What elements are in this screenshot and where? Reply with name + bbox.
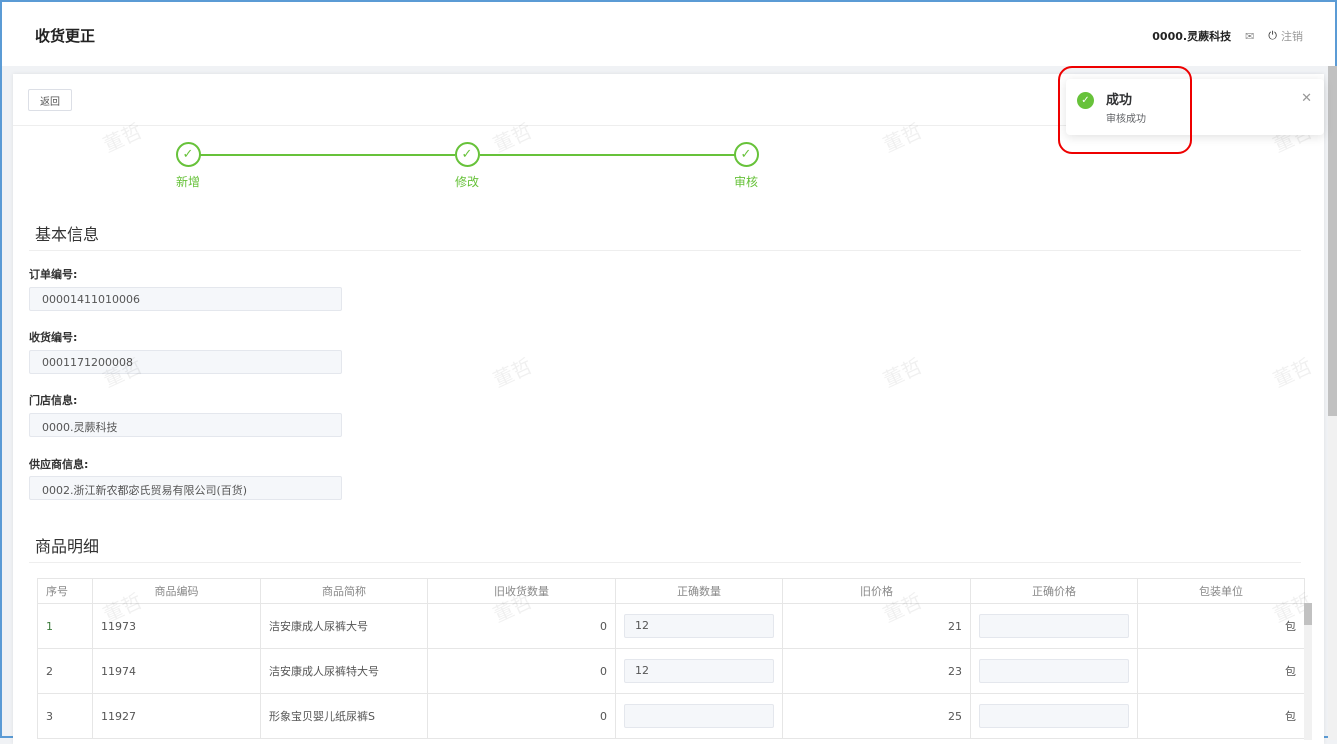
table-scrollbar[interactable] <box>1304 603 1312 740</box>
main-card: 返回 ✓ 新增 ✓ 修改 ✓ 审核 基本信息 订单编号: 00001411010006… <box>13 74 1324 744</box>
cell-name: 洁安康成人尿裤特大号 <box>260 648 428 694</box>
qty-input[interactable]: 12 <box>624 659 774 683</box>
cell-old-price: 21 <box>782 603 971 649</box>
price-input[interactable] <box>979 704 1129 728</box>
col-qty: 正确数量 <box>615 578 783 604</box>
org-name: 0000.灵蕨科技 <box>1152 30 1232 43</box>
cell-code: 11973 <box>92 603 261 649</box>
store-field[interactable]: 0000.灵蕨科技 <box>29 413 342 437</box>
step-audit: ✓ 审核 <box>716 142 776 190</box>
cell-code: 11927 <box>92 693 261 739</box>
page-scrollbar[interactable] <box>1328 66 1337 740</box>
price-input[interactable] <box>979 614 1129 638</box>
check-icon: ✓ <box>454 142 480 167</box>
supplier-label: 供应商信息: <box>29 458 89 471</box>
col-name: 商品简称 <box>260 578 428 604</box>
col-price: 正确价格 <box>970 578 1138 604</box>
cell-no: 1 <box>37 603 93 649</box>
table-row: 2 11974 洁安康成人尿裤特大号 0 12 23 包 <box>37 648 1305 694</box>
table-row: 3 11927 形象宝贝婴儿纸尿裤S 0 25 包 <box>37 693 1305 739</box>
cell-code: 11974 <box>92 648 261 694</box>
order-no-field[interactable]: 00001411010006 <box>29 287 342 311</box>
cell-old-qty: 0 <box>427 648 616 694</box>
table-header: 序号 商品编码 商品简称 旧收货数量 正确数量 旧价格 正确价格 包装单位 <box>37 578 1305 604</box>
col-no: 序号 <box>37 578 93 604</box>
receipt-no-field[interactable]: 0001171200008 <box>29 350 342 374</box>
step-connector <box>200 154 455 156</box>
cell-name: 洁安康成人尿裤大号 <box>260 603 428 649</box>
cell-unit: 包 <box>1137 648 1305 694</box>
cell-no: 3 <box>37 693 93 739</box>
divider <box>29 562 1301 563</box>
order-no-label: 订单编号: <box>29 268 78 281</box>
table-row: 1 11973 洁安康成人尿裤大号 0 12 21 包 <box>37 603 1305 649</box>
step-edit: ✓ 修改 <box>437 142 497 190</box>
col-old-qty: 旧收货数量 <box>427 578 616 604</box>
step-connector <box>480 154 735 156</box>
cell-old-price: 25 <box>782 693 971 739</box>
cell-no: 2 <box>37 648 93 694</box>
top-header: 收货更正 0000.灵蕨科技 ✉ ⏻ 注销 <box>2 2 1335 66</box>
price-input[interactable] <box>979 659 1129 683</box>
cell-name: 形象宝贝婴儿纸尿裤S <box>260 693 428 739</box>
step-new: ✓ 新增 <box>158 142 218 190</box>
power-icon: ⏻ <box>1268 29 1277 42</box>
check-icon: ✓ <box>733 142 759 167</box>
back-button[interactable]: 返回 <box>28 89 72 111</box>
receipt-no-label: 收货编号: <box>29 331 78 344</box>
mail-icon[interactable]: ✉ <box>1245 30 1254 43</box>
cell-old-price: 23 <box>782 648 971 694</box>
col-code: 商品编码 <box>92 578 261 604</box>
detail-table: 序号 商品编码 商品简称 旧收货数量 正确数量 旧价格 正确价格 包装单位 1 … <box>37 578 1305 739</box>
highlight-annotation <box>1058 66 1192 154</box>
col-unit: 包装单位 <box>1137 578 1305 604</box>
cell-old-qty: 0 <box>427 603 616 649</box>
cell-old-qty: 0 <box>427 693 616 739</box>
supplier-field[interactable]: 0002.浙江新农都宓氏贸易有限公司(百货) <box>29 476 342 500</box>
col-old-price: 旧价格 <box>782 578 971 604</box>
page-title: 收货更正 <box>35 27 96 45</box>
cell-unit: 包 <box>1137 603 1305 649</box>
qty-input[interactable] <box>624 704 774 728</box>
cell-unit: 包 <box>1137 693 1305 739</box>
section-title-detail: 商品明细 <box>35 537 100 556</box>
logout-button[interactable]: ⏻ 注销 <box>1268 28 1303 44</box>
store-label: 门店信息: <box>29 394 78 407</box>
qty-input[interactable]: 12 <box>624 614 774 638</box>
divider <box>29 250 1301 251</box>
close-icon[interactable]: ✕ <box>1301 91 1312 106</box>
section-title-basic: 基本信息 <box>35 225 100 244</box>
check-icon: ✓ <box>175 142 201 167</box>
